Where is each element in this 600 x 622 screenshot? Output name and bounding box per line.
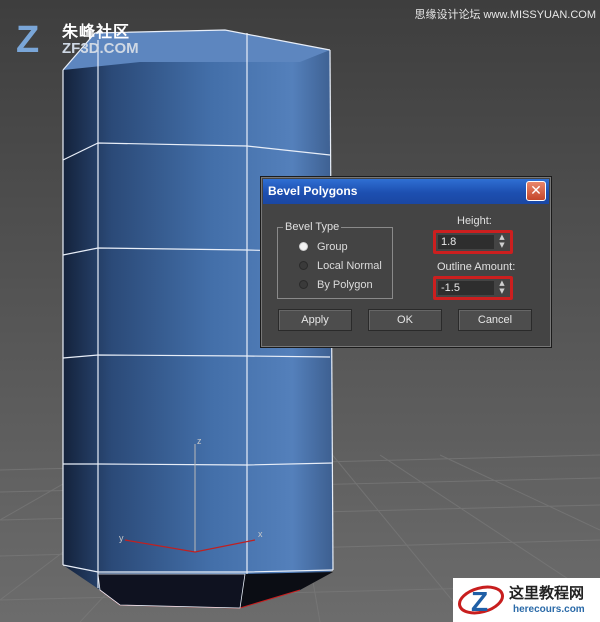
svg-text:Z: Z bbox=[16, 19, 39, 58]
dialog-titlebar[interactable]: Bevel Polygons ✕ bbox=[263, 179, 549, 204]
height-spinner: 1.8 ▲ ▼ bbox=[433, 230, 513, 254]
spin-down-icon[interactable]: ▼ bbox=[497, 242, 507, 249]
zf3d-logo-icon: Z bbox=[16, 19, 39, 58]
outline-amount-label: Outline Amount: bbox=[437, 261, 516, 273]
dialog-title: Bevel Polygons bbox=[268, 184, 358, 198]
outline-amount-input[interactable]: -1.5 bbox=[438, 281, 494, 295]
spin-up-icon[interactable]: ▲ bbox=[497, 280, 507, 287]
cancel-button[interactable]: Cancel bbox=[458, 309, 532, 331]
outline-amount-spinner: -1.5 ▲ ▼ bbox=[433, 276, 513, 300]
bevel-type-label: Bevel Type bbox=[283, 221, 342, 233]
herecourse-en: herecours.com bbox=[513, 604, 585, 615]
apply-button[interactable]: Apply bbox=[278, 309, 352, 331]
svg-text:Z: Z bbox=[471, 586, 488, 617]
radio-by-polygon[interactable]: By Polygon bbox=[299, 277, 373, 293]
axis-y-label: y bbox=[119, 533, 124, 543]
radio-group-label: Group bbox=[317, 241, 348, 253]
watermark-cn: 朱峰社区 bbox=[62, 22, 131, 41]
radio-by-polygon-label: By Polygon bbox=[317, 279, 373, 291]
watermark-right: 思缘设计论坛 www.MISSYUAN.COM bbox=[414, 9, 596, 21]
axis-x-label: x bbox=[258, 529, 263, 539]
radio-local-normal[interactable]: Local Normal bbox=[299, 258, 382, 274]
watermark-en: ZF3D.COM bbox=[62, 40, 139, 57]
radio-local-normal-label: Local Normal bbox=[317, 260, 382, 272]
bevel-polygons-dialog: Bevel Polygons ✕ Bevel Type Group Local … bbox=[260, 176, 552, 348]
close-button[interactable]: ✕ bbox=[526, 181, 546, 201]
herecourse-logo-icon: Z bbox=[458, 585, 504, 617]
height-input[interactable]: 1.8 bbox=[438, 235, 494, 249]
radio-icon bbox=[299, 260, 308, 270]
radio-selected-icon bbox=[299, 241, 308, 251]
height-label: Height: bbox=[457, 215, 492, 227]
axis-z-label: z bbox=[197, 436, 202, 446]
ok-button[interactable]: OK bbox=[368, 309, 442, 331]
herecourse-watermark: Z 这里教程网 herecours.com bbox=[453, 578, 600, 622]
spin-up-icon[interactable]: ▲ bbox=[497, 234, 507, 241]
radio-group[interactable]: Group bbox=[299, 239, 348, 255]
herecourse-cn: 这里教程网 bbox=[509, 584, 585, 602]
radio-icon bbox=[299, 279, 308, 289]
spin-down-icon[interactable]: ▼ bbox=[497, 288, 507, 295]
